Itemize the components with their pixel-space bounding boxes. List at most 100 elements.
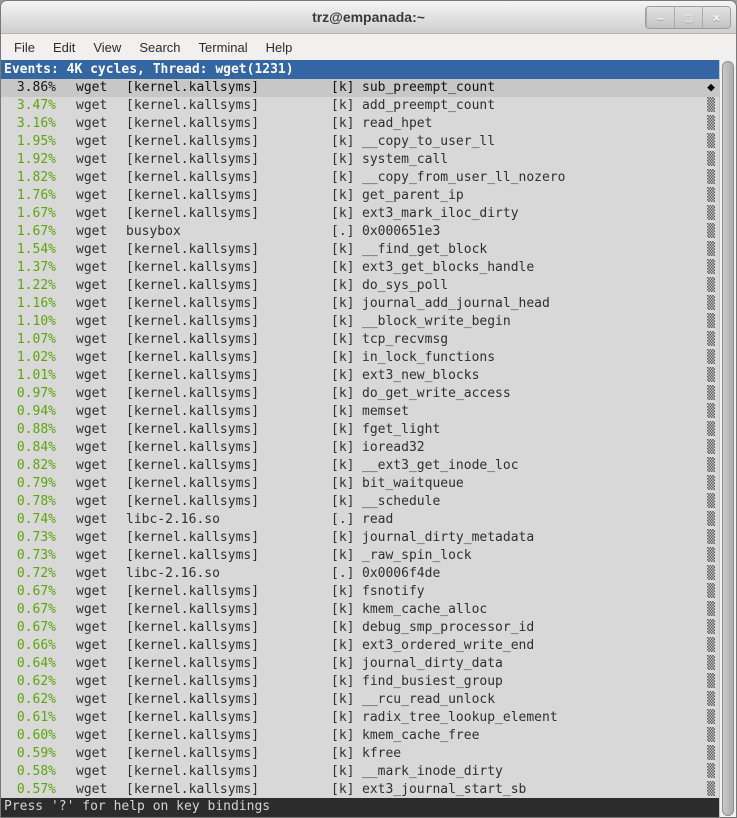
row-percent: 1.07% xyxy=(1,331,56,349)
row-shared-object: [kernel.kallsyms] xyxy=(126,277,331,295)
perf-row[interactable]: 3.16% wget [kernel.kallsyms] [k] read_hp… xyxy=(1,115,719,133)
perf-row[interactable]: 0.61% wget [kernel.kallsyms] [k] radix_t… xyxy=(1,709,719,727)
row-command: wget xyxy=(76,331,126,349)
row-percent: 1.92% xyxy=(1,151,56,169)
perf-row[interactable]: 1.92% wget [kernel.kallsyms] [k] system_… xyxy=(1,151,719,169)
perf-row[interactable]: 1.82% wget [kernel.kallsyms] [k] __copy_… xyxy=(1,169,719,187)
menu-item-search[interactable]: Search xyxy=(130,36,189,59)
row-symbol-type: [k] xyxy=(331,763,362,781)
terminal-window: trz@empanada:~ – □ × File Edit View Sear… xyxy=(0,0,737,818)
row-symbol: _raw_spin_lock xyxy=(362,547,472,565)
perf-row[interactable]: 1.67% wget [kernel.kallsyms] [k] ext3_ma… xyxy=(1,205,719,223)
scrollbar-thumb[interactable] xyxy=(722,61,734,816)
perf-row[interactable]: 1.02% wget [kernel.kallsyms] [k] in_lock… xyxy=(1,349,719,367)
perf-row[interactable]: 1.95% wget [kernel.kallsyms] [k] __copy_… xyxy=(1,133,719,151)
row-symbol: bit_waitqueue xyxy=(362,475,464,493)
row-shared-object: [kernel.kallsyms] xyxy=(126,349,331,367)
row-percent: 1.16% xyxy=(1,295,56,313)
row-symbol-type: [k] xyxy=(331,691,362,709)
perf-row[interactable]: 0.59% wget [kernel.kallsyms] [k] kfree ▒ xyxy=(1,745,719,763)
perf-row[interactable]: 0.62% wget [kernel.kallsyms] [k] __rcu_r… xyxy=(1,691,719,709)
row-scroll-marker-icon: ▒ xyxy=(707,277,715,295)
minimize-button[interactable]: – xyxy=(646,7,674,28)
perf-row[interactable]: 0.64% wget [kernel.kallsyms] [k] journal… xyxy=(1,655,719,673)
perf-row[interactable]: 0.72% wget libc-2.16.so [.] 0x0006f4de ▒ xyxy=(1,565,719,583)
row-scroll-marker-icon: ▒ xyxy=(707,259,715,277)
row-symbol: do_get_write_access xyxy=(362,385,511,403)
row-symbol: kmem_cache_alloc xyxy=(362,601,487,619)
perf-row[interactable]: 3.47% wget [kernel.kallsyms] [k] add_pre… xyxy=(1,97,719,115)
perf-row[interactable]: 1.76% wget [kernel.kallsyms] [k] get_par… xyxy=(1,187,719,205)
row-symbol-type: [k] xyxy=(331,457,362,475)
perf-row[interactable]: 1.22% wget [kernel.kallsyms] [k] do_sys_… xyxy=(1,277,719,295)
row-scroll-marker-icon: ▒ xyxy=(707,691,715,709)
maximize-button[interactable]: □ xyxy=(674,7,702,28)
perf-row[interactable]: 0.62% wget [kernel.kallsyms] [k] find_bu… xyxy=(1,673,719,691)
perf-row[interactable]: 0.58% wget [kernel.kallsyms] [k] __mark_… xyxy=(1,763,719,781)
row-symbol: journal_dirty_data xyxy=(362,655,503,673)
perf-row[interactable]: 0.67% wget [kernel.kallsyms] [k] fsnotif… xyxy=(1,583,719,601)
row-percent: 1.22% xyxy=(1,277,56,295)
perf-row[interactable]: 0.97% wget [kernel.kallsyms] [k] do_get_… xyxy=(1,385,719,403)
perf-row[interactable]: 0.79% wget [kernel.kallsyms] [k] bit_wai… xyxy=(1,475,719,493)
perf-row[interactable]: 1.37% wget [kernel.kallsyms] [k] ext3_ge… xyxy=(1,259,719,277)
menu-item-file[interactable]: File xyxy=(5,36,44,59)
row-symbol-type: [k] xyxy=(331,637,362,655)
row-symbol: find_busiest_group xyxy=(362,673,503,691)
scrollbar[interactable] xyxy=(719,60,736,817)
row-command: wget xyxy=(76,385,126,403)
row-command: wget xyxy=(76,763,126,781)
row-symbol: fsnotify xyxy=(362,583,425,601)
perf-row[interactable]: 1.07% wget [kernel.kallsyms] [k] tcp_rec… xyxy=(1,331,719,349)
row-shared-object: [kernel.kallsyms] xyxy=(126,259,331,277)
perf-row[interactable]: 0.88% wget [kernel.kallsyms] [k] fget_li… xyxy=(1,421,719,439)
perf-row[interactable]: 1.01% wget [kernel.kallsyms] [k] ext3_ne… xyxy=(1,367,719,385)
menu-item-edit[interactable]: Edit xyxy=(44,36,84,59)
row-scroll-marker-icon: ▒ xyxy=(707,709,715,727)
row-shared-object: [kernel.kallsyms] xyxy=(126,205,331,223)
terminal-content-area[interactable]: Events: 4K cycles, Thread: wget(1231) 3.… xyxy=(1,60,736,817)
row-symbol-type: [k] xyxy=(331,745,362,763)
row-percent: 1.67% xyxy=(1,223,56,241)
perf-row[interactable]: 0.60% wget [kernel.kallsyms] [k] kmem_ca… xyxy=(1,727,719,745)
perf-row[interactable]: 0.94% wget [kernel.kallsyms] [k] memset … xyxy=(1,403,719,421)
row-shared-object: [kernel.kallsyms] xyxy=(126,709,331,727)
perf-row[interactable]: 3.86% wget [kernel.kallsyms] [k] sub_pre… xyxy=(1,79,719,97)
row-shared-object: [kernel.kallsyms] xyxy=(126,421,331,439)
row-scroll-marker-icon: ▒ xyxy=(707,187,715,205)
row-symbol-type: [k] xyxy=(331,475,362,493)
row-shared-object: [kernel.kallsyms] xyxy=(126,673,331,691)
row-scroll-marker-icon: ▒ xyxy=(707,313,715,331)
perf-row[interactable]: 0.66% wget [kernel.kallsyms] [k] ext3_or… xyxy=(1,637,719,655)
row-percent: 0.84% xyxy=(1,439,56,457)
row-percent: 1.76% xyxy=(1,187,56,205)
row-percent: 1.82% xyxy=(1,169,56,187)
perf-row[interactable]: 0.84% wget [kernel.kallsyms] [k] ioread3… xyxy=(1,439,719,457)
menu-item-view[interactable]: View xyxy=(84,36,130,59)
perf-row[interactable]: 0.74% wget libc-2.16.so [.] read ▒ xyxy=(1,511,719,529)
perf-row[interactable]: 0.82% wget [kernel.kallsyms] [k] __ext3_… xyxy=(1,457,719,475)
menu-item-help[interactable]: Help xyxy=(257,36,302,59)
perf-row[interactable]: 0.67% wget [kernel.kallsyms] [k] kmem_ca… xyxy=(1,601,719,619)
row-percent: 0.57% xyxy=(1,781,56,798)
close-button[interactable]: × xyxy=(702,7,730,28)
perf-row[interactable]: 0.73% wget [kernel.kallsyms] [k] journal… xyxy=(1,529,719,547)
perf-row[interactable]: 1.54% wget [kernel.kallsyms] [k] __find_… xyxy=(1,241,719,259)
perf-row[interactable]: 0.78% wget [kernel.kallsyms] [k] __sched… xyxy=(1,493,719,511)
row-command: wget xyxy=(76,97,126,115)
perf-row[interactable]: 0.73% wget [kernel.kallsyms] [k] _raw_sp… xyxy=(1,547,719,565)
perf-row[interactable]: 1.67% wget busybox [.] 0x000651e3 ▒ xyxy=(1,223,719,241)
row-command: wget xyxy=(76,187,126,205)
perf-row[interactable]: 0.57% wget [kernel.kallsyms] [k] ext3_jo… xyxy=(1,781,719,798)
row-percent: 0.60% xyxy=(1,727,56,745)
row-percent: 0.94% xyxy=(1,403,56,421)
row-symbol-type: [k] xyxy=(331,493,362,511)
title-bar[interactable]: trz@empanada:~ – □ × xyxy=(1,1,736,34)
menu-item-terminal[interactable]: Terminal xyxy=(190,36,257,59)
perf-row[interactable]: 0.67% wget [kernel.kallsyms] [k] debug_s… xyxy=(1,619,719,637)
perf-row[interactable]: 1.10% wget [kernel.kallsyms] [k] __block… xyxy=(1,313,719,331)
row-command: wget xyxy=(76,529,126,547)
perf-row[interactable]: 1.16% wget [kernel.kallsyms] [k] journal… xyxy=(1,295,719,313)
row-symbol-type: [k] xyxy=(331,133,362,151)
row-symbol-type: [k] xyxy=(331,781,362,798)
